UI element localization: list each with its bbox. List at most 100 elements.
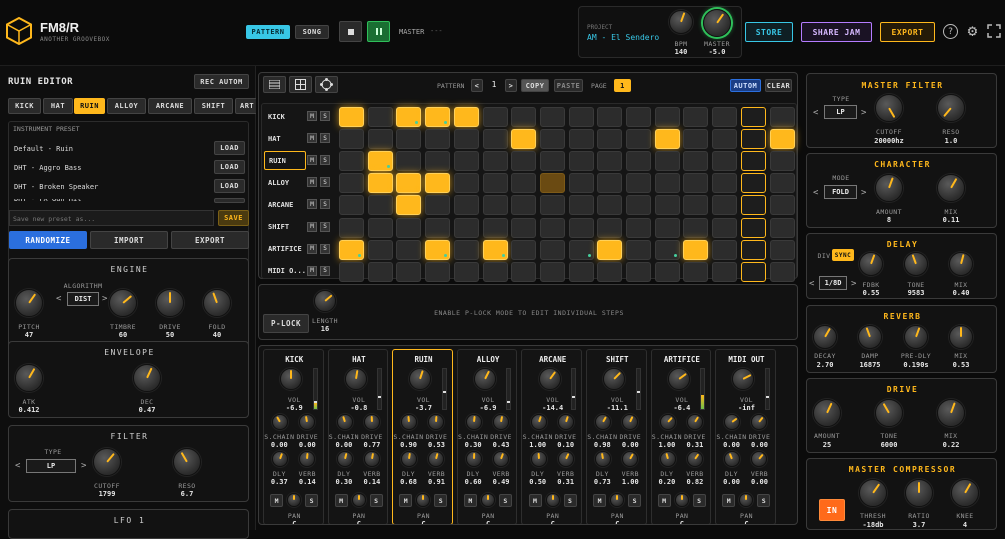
delay-mix-knob[interactable]	[949, 252, 973, 276]
character-prev-arrow[interactable]: <	[813, 188, 818, 198]
step-button[interactable]	[339, 151, 364, 172]
track-mute-button[interactable]: M	[307, 265, 317, 276]
channel-delay-knob[interactable]	[530, 451, 547, 467]
view-grid-button[interactable]	[289, 76, 312, 93]
step-button[interactable]	[568, 239, 594, 260]
view-circle-button[interactable]	[315, 76, 338, 93]
channel-schain-knob[interactable]	[530, 414, 547, 430]
step-button[interactable]	[539, 239, 565, 260]
filter-type-prev-arrow[interactable]: <	[15, 461, 20, 471]
step-button[interactable]	[396, 217, 422, 238]
channel-delay-knob[interactable]	[336, 451, 353, 467]
master-filter-prev-arrow[interactable]: <	[813, 108, 818, 118]
step-button[interactable]	[740, 239, 766, 260]
track-name[interactable]: SHIFT	[264, 218, 306, 237]
step-button[interactable]	[683, 217, 709, 238]
channel-pan-knob[interactable]	[416, 493, 431, 507]
filter-type-next-arrow[interactable]: >	[81, 461, 86, 471]
channel-volume-knob[interactable]	[603, 368, 626, 390]
track-name[interactable]: ARCANE	[264, 195, 306, 214]
step-button[interactable]	[712, 217, 738, 238]
track-mute-button[interactable]: M	[307, 243, 317, 254]
channel-solo-button[interactable]: S	[563, 494, 577, 507]
track-solo-button[interactable]: S	[320, 199, 330, 210]
step-button[interactable]	[769, 107, 795, 127]
copy-button[interactable]: COPY	[521, 79, 549, 92]
step-button[interactable]	[597, 217, 623, 238]
tab-kick[interactable]: KICK	[8, 98, 41, 114]
step-button[interactable]	[482, 195, 508, 216]
channel-drive-knob[interactable]	[363, 414, 380, 430]
step-button[interactable]	[339, 217, 364, 238]
step-button[interactable]	[626, 173, 651, 194]
channel-delay-knob[interactable]	[401, 451, 418, 467]
step-button[interactable]	[339, 195, 364, 216]
channel-mute-button[interactable]: M	[657, 494, 671, 507]
track-name[interactable]: MIDI O...	[264, 262, 306, 281]
step-button[interactable]	[597, 173, 623, 194]
track-mute-button[interactable]: M	[307, 177, 317, 188]
step-button[interactable]	[654, 195, 680, 216]
channel-schain-knob[interactable]	[401, 414, 418, 430]
step-button[interactable]	[396, 239, 422, 260]
track-mute-button[interactable]: M	[307, 155, 317, 166]
channel-volume-knob[interactable]	[409, 368, 432, 390]
channel-verb-knob[interactable]	[686, 451, 703, 467]
step-button[interactable]	[712, 239, 738, 260]
channel-pan-knob[interactable]	[610, 493, 625, 507]
channel-verb-knob[interactable]	[622, 451, 639, 467]
step-button[interactable]	[367, 129, 393, 150]
step-button[interactable]	[367, 239, 393, 260]
step-button[interactable]	[482, 129, 508, 150]
page-button[interactable]: 1	[614, 79, 631, 92]
master-cutoff-knob[interactable]	[875, 94, 903, 122]
channel-delay-knob[interactable]	[595, 451, 612, 467]
step-button[interactable]	[597, 261, 623, 282]
step-button[interactable]	[539, 195, 565, 216]
channel-solo-button[interactable]: S	[757, 494, 771, 507]
rec-autom-button[interactable]: REC AUTOM	[194, 74, 249, 89]
view-rows-button[interactable]	[263, 76, 286, 93]
step-button[interactable]	[339, 129, 364, 150]
channel-drive-knob[interactable]	[428, 414, 445, 430]
step-button[interactable]	[626, 107, 651, 127]
reverb-mix-knob[interactable]	[949, 325, 973, 349]
pitch-knob[interactable]	[15, 289, 43, 317]
channel-volume-knob[interactable]	[344, 368, 367, 390]
tab-ruin[interactable]: RUIN	[74, 98, 105, 114]
step-button[interactable]	[740, 151, 766, 172]
compressor-in-button[interactable]: IN	[819, 499, 845, 521]
step-button[interactable]	[396, 129, 422, 150]
channel-mute-button[interactable]: M	[464, 494, 478, 507]
step-button[interactable]	[712, 195, 738, 216]
channel-schain-knob[interactable]	[724, 414, 741, 430]
delay-tone-knob[interactable]	[904, 252, 928, 276]
delay-fdbk-knob[interactable]	[859, 252, 883, 276]
channel-pan-knob[interactable]	[739, 493, 754, 507]
store-button[interactable]: STORE	[745, 22, 793, 42]
step-button[interactable]	[339, 173, 364, 194]
step-button[interactable]	[453, 217, 479, 238]
channel-solo-button[interactable]: S	[692, 494, 706, 507]
channel-mute-button[interactable]: M	[334, 494, 348, 507]
step-button[interactable]	[425, 261, 451, 282]
channel-drive-knob[interactable]	[686, 414, 703, 430]
step-button[interactable]	[482, 173, 508, 194]
step-button[interactable]	[654, 151, 680, 172]
fx-drive-mix-knob[interactable]	[937, 399, 965, 427]
clear-button[interactable]: CLEAR	[765, 79, 792, 92]
step-button[interactable]	[396, 151, 422, 172]
step-button[interactable]	[396, 107, 422, 127]
preset-load-button[interactable]: LOAD	[214, 141, 245, 155]
step-button[interactable]	[511, 261, 537, 282]
step-button[interactable]	[568, 261, 594, 282]
channel-solo-button[interactable]: S	[369, 494, 383, 507]
channel-pan-knob[interactable]	[674, 493, 689, 507]
master-filter-type-select[interactable]: LP	[824, 105, 857, 119]
step-button[interactable]	[511, 129, 537, 150]
step-button[interactable]	[367, 261, 393, 282]
step-button[interactable]	[769, 129, 795, 150]
step-button[interactable]	[597, 129, 623, 150]
stop-button[interactable]	[339, 21, 362, 42]
channel-verb-knob[interactable]	[493, 451, 510, 467]
